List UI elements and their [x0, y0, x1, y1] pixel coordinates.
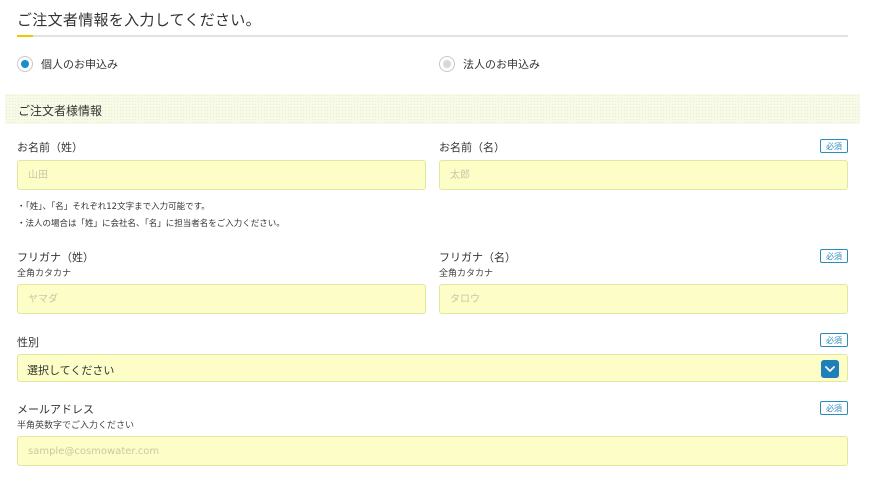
chevron-down-icon[interactable]: [821, 360, 839, 378]
email-label: メールアドレス: [17, 403, 94, 416]
title-divider-accent: [17, 35, 33, 37]
kana-first-label: フリガナ（名）: [439, 251, 516, 264]
radio-individual-label: 個人のお申込み: [41, 58, 118, 71]
title-divider: [17, 35, 848, 37]
first-name-label: お名前（名）: [439, 141, 505, 154]
last-name-input[interactable]: [17, 160, 426, 190]
last-name-label: お名前（姓）: [17, 141, 83, 154]
page-title: ご注文者情報を入力してください。: [17, 11, 261, 29]
required-badge: 必須: [820, 333, 848, 347]
gender-select[interactable]: 選択してください: [17, 354, 848, 382]
name-note-length: ・「姓」、「名」それぞれ12文字まで入力可能です。: [17, 202, 210, 212]
kana-last-input[interactable]: [17, 284, 426, 314]
required-badge: 必須: [820, 249, 848, 263]
radio-individual[interactable]: 個人のお申込み: [17, 56, 118, 72]
email-input[interactable]: [17, 436, 848, 466]
kana-last-label: フリガナ（姓）: [17, 251, 94, 264]
kana-last-sublabel: 全角カタカナ: [17, 269, 72, 279]
section-header: ご注文者様情報: [5, 94, 860, 124]
kana-first-input[interactable]: [439, 284, 848, 314]
name-note-corporate: ・法人の場合は「姓」に会社名、「名」に担当者名をご入力ください。: [17, 219, 285, 229]
section-title: ご注文者様情報: [18, 104, 103, 118]
gender-label: 性別: [17, 336, 39, 349]
kana-first-sublabel: 全角カタカナ: [439, 269, 494, 279]
first-name-input[interactable]: [439, 160, 848, 190]
gender-select-value: 選択してください: [27, 364, 115, 377]
required-badge: 必須: [820, 139, 848, 153]
required-badge: 必須: [820, 401, 848, 415]
radio-corporate-label: 法人のお申込み: [463, 58, 540, 71]
radio-unchecked-icon[interactable]: [439, 56, 455, 72]
email-sublabel: 半角英数字でご入力ください: [17, 421, 135, 431]
radio-checked-icon[interactable]: [17, 56, 33, 72]
radio-corporate[interactable]: 法人のお申込み: [439, 56, 540, 72]
